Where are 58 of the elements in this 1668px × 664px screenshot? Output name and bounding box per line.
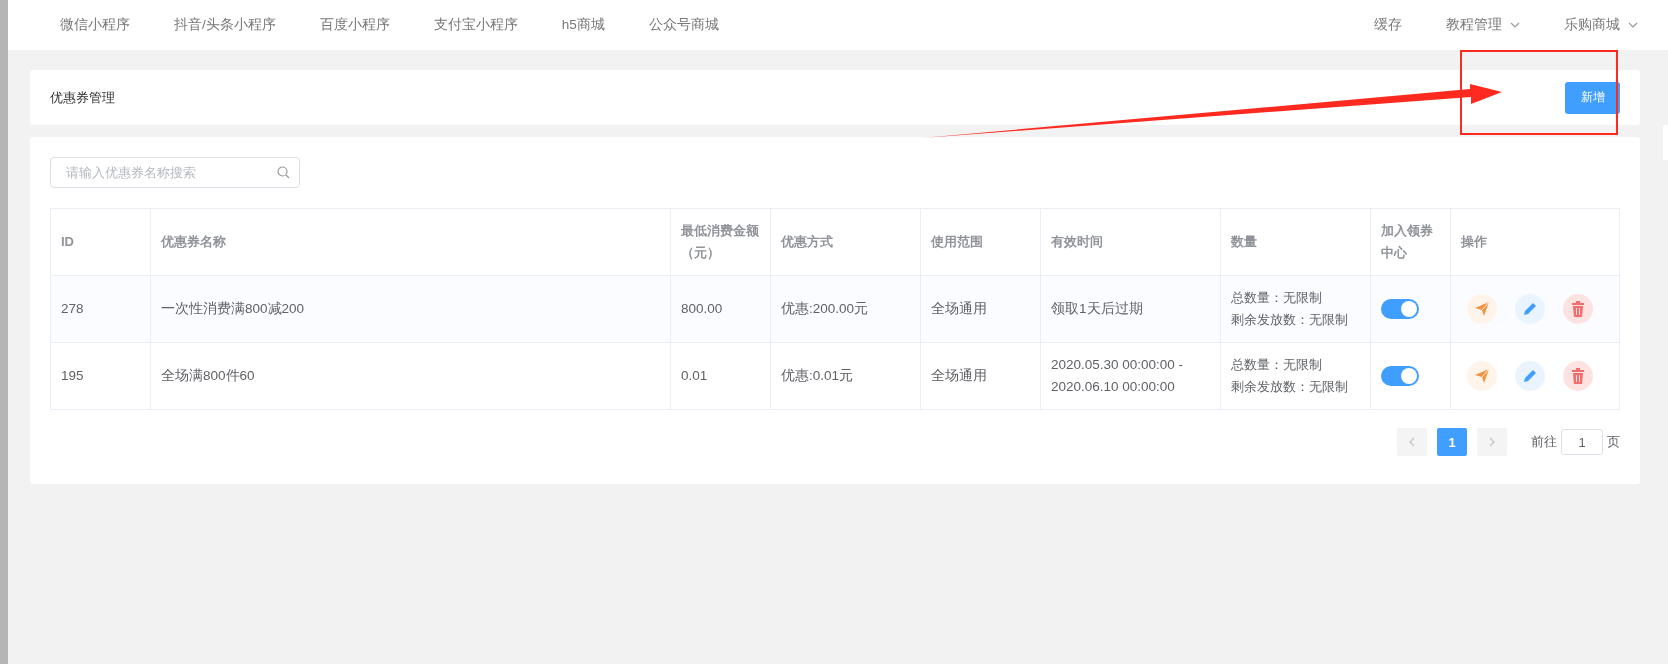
nav-link[interactable]: 公众号商城	[648, 16, 719, 34]
pencil-icon	[1522, 301, 1538, 317]
nav-link[interactable]: 微信小程序	[60, 16, 130, 34]
add-button[interactable]: 新增	[1565, 81, 1620, 114]
column-header: 优惠方式	[770, 208, 921, 276]
chevron-left-icon	[1409, 437, 1415, 447]
trash-icon	[1571, 368, 1585, 384]
paper-plane-icon	[1474, 368, 1490, 384]
page-number-button[interactable]: 1	[1437, 428, 1467, 456]
column-header: ID	[50, 208, 151, 276]
column-header: 优惠券名称	[150, 208, 671, 276]
quantity-text: 剩余发放数：无限制	[1231, 312, 1349, 329]
column-header: 最低消费金额（元）	[670, 208, 771, 276]
nav-menu[interactable]: 乐购商城	[1564, 16, 1638, 34]
search-icon	[277, 166, 290, 179]
page-suffix: 页	[1607, 433, 1620, 451]
quantity-text: 总数量：无限制	[1231, 357, 1323, 374]
column-header: 使用范围	[920, 208, 1041, 276]
edit-button[interactable]	[1515, 294, 1545, 324]
toggle-switch[interactable]	[1381, 366, 1419, 387]
table-cell: 全场满800件60	[150, 342, 671, 410]
nav-link[interactable]: 抖音/头条小程序	[174, 16, 276, 34]
table-cell: 195	[50, 342, 151, 410]
delete-button[interactable]	[1563, 361, 1593, 391]
chevron-right-icon	[1489, 437, 1495, 447]
page-title: 优惠券管理	[50, 88, 115, 107]
table-cell: 全场通用	[920, 342, 1041, 410]
edit-button[interactable]	[1515, 361, 1545, 391]
page-input[interactable]: 1	[1561, 429, 1603, 455]
toggle-switch[interactable]	[1381, 299, 1419, 320]
send-button[interactable]	[1467, 294, 1497, 324]
column-header: 操作	[1450, 208, 1620, 276]
pencil-icon	[1522, 368, 1538, 384]
trash-icon	[1571, 301, 1585, 317]
table-cell: 278	[50, 275, 151, 343]
column-header: 加入领券中心	[1370, 208, 1451, 276]
send-button[interactable]	[1467, 361, 1497, 391]
paper-plane-icon	[1474, 301, 1490, 317]
quantity-text: 剩余发放数：无限制	[1231, 379, 1349, 396]
nav-menu[interactable]: 教程管理	[1446, 16, 1520, 34]
table-cell: 领取1天后过期	[1040, 275, 1221, 343]
delete-button[interactable]	[1563, 294, 1593, 324]
table-cell: 全场通用	[920, 275, 1041, 343]
column-header: 数量	[1220, 208, 1371, 276]
table-cell: 2020.05.30 00:00:00 - 2020.06.10 00:00:00	[1040, 342, 1221, 410]
table-cell: 0.01	[670, 342, 771, 410]
table-cell: 优惠:0.01元	[770, 342, 921, 410]
search-field[interactable]: 请输入优惠券名称搜索	[50, 157, 300, 188]
table-cell: 800.00	[670, 275, 771, 343]
nav-link[interactable]: 支付宝小程序	[433, 16, 518, 34]
nav-link[interactable]: h5商城	[561, 16, 605, 34]
quantity-text: 总数量：无限制	[1231, 290, 1323, 307]
nav-link[interactable]: 百度小程序	[319, 16, 390, 34]
nav-menu[interactable]: 缓存	[1374, 16, 1402, 34]
goto-label: 前往	[1531, 433, 1557, 451]
column-header: 有效时间	[1040, 208, 1221, 276]
table-cell: 一次性消费满800减200	[150, 275, 671, 343]
table-cell: 优惠:200.00元	[770, 275, 921, 343]
